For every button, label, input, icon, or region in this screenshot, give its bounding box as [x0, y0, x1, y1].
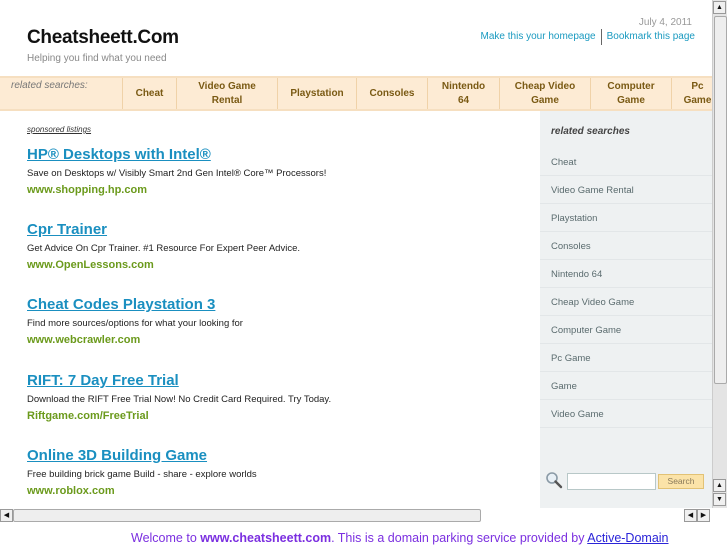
ad-listing: HP® Desktops with Intel® Save on Desktop… — [27, 146, 326, 196]
footer-prefix: Welcome to — [131, 531, 201, 545]
sidebar-item-consoles[interactable]: Consoles — [540, 232, 712, 260]
date: July 4, 2011 — [638, 17, 692, 28]
scroll-up-icon[interactable]: ▲ — [713, 479, 726, 492]
ad-listing: Cpr Trainer Get Advice On Cpr Trainer. #… — [27, 221, 300, 271]
ad-description: Save on Desktops w/ Visibly Smart 2nd Ge… — [27, 168, 327, 179]
nav-item-pc-game[interactable]: Pc Game — [671, 78, 712, 109]
ad-url[interactable]: www.roblox.com — [27, 485, 257, 497]
horizontal-scrollbar[interactable]: ◀ ◀ ▶ — [0, 508, 712, 523]
tagline: Helping you find what you need — [27, 53, 167, 64]
page-frame: Cheatsheett.Com Helping you find what yo… — [0, 0, 712, 508]
ad-title[interactable]: HP® Desktops with Intel® — [27, 146, 326, 163]
ad-listing: RIFT: 7 Day Free Trial Download the RIFT… — [27, 372, 331, 422]
related-searches-bar: related searches: Cheat Video Game Renta… — [0, 76, 712, 111]
ad-url[interactable]: www.shopping.hp.com — [27, 184, 326, 196]
sidebar-item-nintendo-64[interactable]: Nintendo 64 — [540, 260, 712, 288]
ad-listing: Online 3D Building Game Free building br… — [27, 447, 257, 497]
nav-item-computer-game[interactable]: Computer Game — [590, 78, 671, 109]
nav-item-video-game-rental[interactable]: Video Game Rental — [176, 78, 277, 109]
nav-item-nintendo-64[interactable]: Nintendo 64 — [427, 78, 499, 109]
sidebar-item-cheap-video-game[interactable]: Cheap Video Game — [540, 288, 712, 316]
nav-item-playstation[interactable]: Playstation — [277, 78, 356, 109]
ad-title[interactable]: RIFT: 7 Day Free Trial — [27, 372, 331, 389]
sidebar-heading: related searches — [551, 126, 630, 137]
ad-listing: Cheat Codes Playstation 3 Find more sour… — [27, 296, 243, 346]
sidebar-item-video-game[interactable]: Video Game — [540, 400, 712, 428]
sidebar-item-game[interactable]: Game — [540, 372, 712, 400]
ad-description: Free building brick game Build - share -… — [27, 469, 257, 480]
scroll-right-icon[interactable]: ▶ — [697, 509, 710, 522]
related-searches-sidebar: related searches Cheat Video Game Rental… — [540, 111, 712, 508]
footer-domain: www.cheatsheett.com — [200, 531, 332, 545]
nav-item-cheat[interactable]: Cheat — [122, 78, 176, 109]
sidebar-item-computer-game[interactable]: Computer Game — [540, 316, 712, 344]
footer-notice: Welcome to www.cheatsheett.com. This is … — [131, 531, 669, 545]
navbar-label: related searches: — [11, 80, 88, 91]
footer-middle: . This is a domain parking service provi… — [331, 531, 588, 545]
search-icon — [546, 472, 563, 489]
top-links: Make this your homepage Bookmark this pa… — [476, 29, 700, 45]
vertical-scroll-thumb[interactable] — [714, 16, 727, 384]
site-logo[interactable]: Cheatsheett.Com — [27, 27, 179, 49]
horizontal-scroll-thumb[interactable] — [13, 509, 481, 522]
search-input[interactable] — [567, 473, 656, 490]
ad-url[interactable]: Riftgame.com/FreeTrial — [27, 410, 331, 422]
sidebar-item-pc-game[interactable]: Pc Game — [540, 344, 712, 372]
sponsored-label: sponsored listings — [27, 125, 92, 134]
search-button[interactable]: Search — [658, 474, 704, 489]
scroll-up-icon[interactable]: ▲ — [713, 1, 726, 14]
ad-title[interactable]: Online 3D Building Game — [27, 447, 257, 464]
sidebar-item-video-game-rental[interactable]: Video Game Rental — [540, 176, 712, 204]
ad-description: Download the RIFT Free Trial Now! No Cre… — [27, 394, 332, 405]
scroll-left-icon[interactable]: ◀ — [0, 509, 13, 522]
ad-title[interactable]: Cheat Codes Playstation 3 — [27, 296, 243, 313]
ad-description: Find more sources/options for what your … — [27, 318, 243, 329]
ad-description: Get Advice On Cpr Trainer. #1 Resource F… — [27, 243, 300, 254]
scroll-left-icon[interactable]: ◀ — [684, 509, 697, 522]
nav-item-consoles[interactable]: Consoles — [356, 78, 427, 109]
nav-item-cheap-video-game[interactable]: Cheap Video Game — [499, 78, 590, 109]
sidebar-item-cheat[interactable]: Cheat — [540, 148, 712, 176]
bookmark-link[interactable]: Bookmark this page — [602, 31, 700, 45]
make-homepage-link[interactable]: Make this your homepage — [476, 31, 601, 45]
ad-title[interactable]: Cpr Trainer — [27, 221, 300, 238]
ad-url[interactable]: www.OpenLessons.com — [27, 259, 300, 271]
sidebar-item-playstation[interactable]: Playstation — [540, 204, 712, 232]
active-domain-link[interactable]: Active-Domain — [587, 531, 668, 545]
scroll-down-icon[interactable]: ▼ — [713, 493, 726, 506]
vertical-scrollbar[interactable]: ▲ ▲ ▼ — [712, 0, 727, 508]
ad-url[interactable]: www.webcrawler.com — [27, 334, 243, 346]
